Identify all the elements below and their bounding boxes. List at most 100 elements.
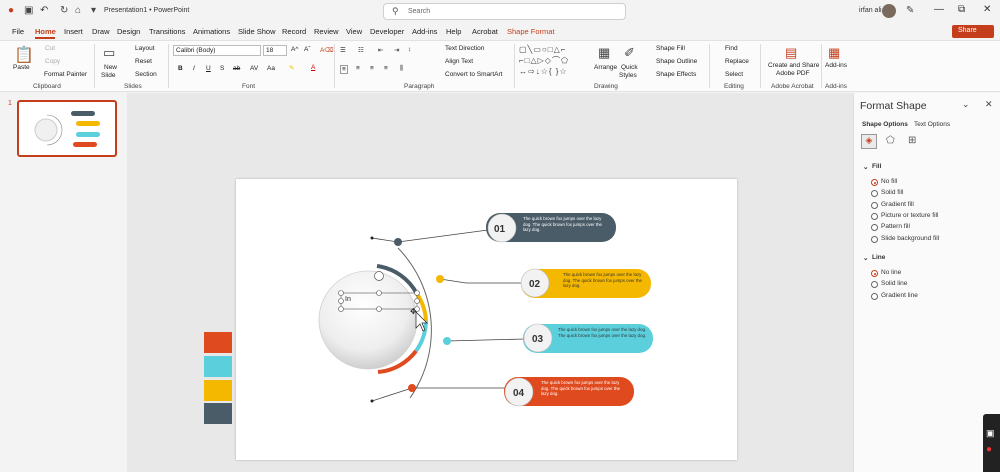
find-button[interactable]: Find [725,45,738,52]
highlight-icon[interactable]: ✎ [289,64,294,72]
quick-styles-button[interactable]: Quick [621,64,638,71]
new-slide-icon[interactable]: ▭ [103,45,115,61]
arrange-button[interactable]: Arrange [594,64,617,71]
tab-home[interactable]: Home [35,27,56,36]
minimize-button[interactable]: — [934,4,944,15]
close-button[interactable]: ✕ [983,4,991,15]
addins-button[interactable]: Add-ins [825,62,847,69]
create-share-pdf-button[interactable]: Create and Share [768,62,819,69]
tab-view[interactable]: View [346,27,362,36]
font-name-field[interactable]: Calibri (Body) [173,45,261,56]
tab-draw[interactable]: Draw [92,27,110,36]
fill-section-header[interactable]: Fill [872,163,881,170]
fill-section-chevron-icon[interactable]: ⌄ [863,163,868,171]
fill-option-label[interactable]: Gradient fill [881,201,914,208]
fill-line-icon[interactable]: ◈ [861,134,877,149]
color-swatch-cyan[interactable] [204,356,232,377]
spacing-icon[interactable]: AV [250,65,258,72]
indent-icon[interactable]: ⇤ [378,46,383,54]
tab-insert[interactable]: Insert [64,27,83,36]
line-option-label[interactable]: Gradient line [881,292,918,299]
tab-acrobat[interactable]: Acrobat [472,27,498,36]
line-radio[interactable] [871,270,878,277]
fill-radio[interactable] [871,201,878,209]
fill-option-label[interactable]: Solid fill [881,189,903,196]
justify-icon[interactable]: ≡ [384,65,388,72]
fill-option-label[interactable]: Picture or texture fill [881,212,938,219]
pdf-icon[interactable]: ▤ [785,45,797,61]
shape-effects-button[interactable]: Shape Effects [656,71,696,78]
fill-radio[interactable] [871,235,878,243]
redo-icon[interactable]: ↻ [60,5,68,16]
bullets-icon[interactable]: ☰ [340,46,346,54]
paste-button[interactable]: Paste [13,64,30,71]
font-color-icon[interactable]: A [311,64,315,71]
fill-option-label[interactable]: No fill [881,178,897,185]
customize-icon[interactable]: ⌂ [75,5,81,16]
color-swatch-red[interactable] [204,332,232,353]
pane-options-chevron-icon[interactable]: ⌄ [962,99,970,110]
change-case-icon[interactable]: Aa [267,65,275,72]
numbering-icon[interactable]: ☷ [358,46,364,54]
columns-icon[interactable]: ⫼ [400,65,403,73]
align-right-icon[interactable]: ≡ [370,65,374,72]
section-button[interactable]: Section [135,71,157,78]
camera-icon[interactable]: ▣ [986,428,995,439]
save-icon[interactable]: ▣ [24,5,33,16]
new-slide-button[interactable]: New [104,64,117,71]
create-share-pdf-button-line2[interactable]: Adobe PDF [776,70,810,77]
shape-outline-button[interactable]: Shape Outline [656,58,697,65]
shrink-font-icon[interactable]: Aˇ [304,46,311,53]
tab-text-options[interactable]: Text Options [914,121,950,128]
color-swatch-slate[interactable] [204,403,232,424]
replace-button[interactable]: Replace [725,58,749,65]
rotate-handle-icon[interactable] [374,271,384,281]
line-spacing-icon[interactable]: ↕ [408,46,411,53]
align-center-icon[interactable]: ≡ [356,65,360,72]
paste-icon[interactable]: 📋 [14,45,34,65]
record-icon[interactable]: ● [986,444,992,455]
outdent-icon[interactable]: ⇥ [394,46,399,54]
strikethrough-icon[interactable]: ab [233,65,240,72]
text-direction-button[interactable]: Text Direction [445,45,484,52]
reset-button[interactable]: Reset [135,58,152,65]
line-section-header[interactable]: Line [872,254,885,261]
addins-icon[interactable]: ▦ [828,45,840,61]
textbox-text[interactable]: In [345,296,351,303]
more-icon[interactable]: ▾ [91,5,96,16]
cut-button[interactable]: Cut [45,45,55,52]
tab-help[interactable]: Help [446,27,461,36]
align-left-icon[interactable]: ≡ [340,65,348,74]
undo-icon[interactable]: ↶ [40,5,48,16]
bold-icon[interactable]: B [178,65,183,72]
effects-icon[interactable]: ⬠ [886,135,895,146]
grow-font-icon[interactable]: A^ [291,46,298,53]
shapes-gallery[interactable]: ▢╲▭○□△⌐ ⌐□△▷◇⌒⬠ ↔⇨↓☆{ }☆ [519,44,587,78]
underline-icon[interactable]: U [206,65,211,72]
tab-file[interactable]: File [12,27,24,36]
line-option-label[interactable]: Solid line [881,280,907,287]
shape-fill-button[interactable]: Shape Fill [656,45,685,52]
fill-radio[interactable] [871,179,878,186]
shadow-icon[interactable]: S [220,65,224,72]
pane-close-icon[interactable]: ✕ [985,99,993,110]
fill-option-label[interactable]: Slide background fill [881,235,939,242]
tab-shape-format[interactable]: Shape Format [507,27,555,36]
select-button[interactable]: Select [725,71,743,78]
tab-review[interactable]: Review [314,27,339,36]
color-swatch-yellow[interactable] [204,380,232,401]
clear-format-icon[interactable]: A⌫ [320,46,334,54]
search-box[interactable]: ⚲ Search [383,3,626,20]
user-name[interactable]: irfan ali [859,7,882,14]
italic-icon[interactable]: I [193,65,195,72]
tab-shape-options[interactable]: Shape Options [862,121,908,128]
tab-slide-show[interactable]: Slide Show [238,27,276,36]
font-size-field[interactable]: 18 [263,45,287,56]
copy-button[interactable]: Copy [45,58,60,65]
quick-styles-button-line2[interactable]: Styles [619,72,637,79]
line-option-label[interactable]: No line [881,269,901,276]
tab-design[interactable]: Design [117,27,140,36]
slide-thumbnail[interactable] [17,100,117,157]
arrange-icon[interactable]: ▦ [598,45,610,61]
avatar[interactable] [882,4,896,18]
